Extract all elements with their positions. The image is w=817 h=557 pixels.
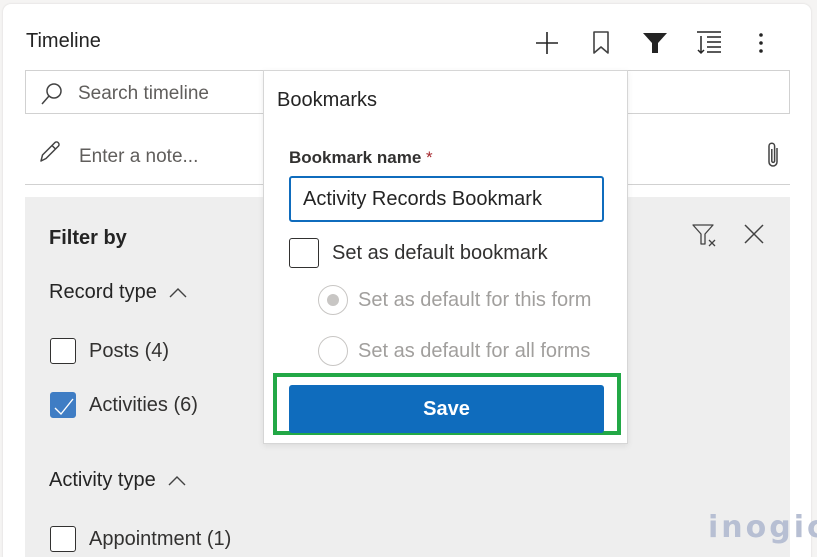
filter-option-activities[interactable]: Activities (6) [50, 392, 198, 418]
inogic-watermark: inogic [708, 510, 817, 545]
radio-this-form-button[interactable] [318, 285, 348, 315]
checkmark-icon [54, 398, 74, 416]
bookmark-name-label: Bookmark name * [289, 148, 433, 168]
filter-title: Filter by [49, 227, 127, 249]
plus-icon [536, 32, 558, 54]
posts-label: Posts (4) [89, 339, 170, 362]
record-type-header[interactable]: Record type [49, 281, 187, 304]
radio-all-forms-label: Set as default for all forms [358, 339, 591, 362]
activity-type-header[interactable]: Activity type [49, 469, 186, 492]
add-record-button[interactable] [532, 28, 562, 58]
bookmarks-title: Bookmarks [277, 89, 378, 111]
radio-all-forms[interactable]: Set as default for all forms [318, 336, 590, 366]
default-bookmark-label: Set as default bookmark [332, 241, 548, 264]
radio-all-forms-button[interactable] [318, 336, 348, 366]
chevron-up-icon [168, 475, 186, 485]
filter-icon [643, 33, 667, 53]
chevron-up-icon [169, 287, 187, 297]
bookmark-name-input[interactable] [289, 176, 604, 222]
more-icon [759, 33, 763, 53]
bookmark-name-label-text: Bookmark name [289, 148, 422, 167]
required-marker: * [426, 148, 433, 167]
timeline-title: Timeline [26, 30, 101, 52]
appointment-checkbox[interactable] [50, 526, 76, 552]
attachment-icon[interactable] [762, 140, 784, 170]
radio-this-form[interactable]: Set as default for this form [318, 285, 591, 315]
default-bookmark-option[interactable]: Set as default bookmark [289, 238, 548, 268]
clear-filter-icon[interactable] [691, 221, 719, 249]
sort-icon [697, 31, 721, 55]
search-icon [41, 83, 62, 105]
bookmark-icon [593, 31, 609, 54]
pencil-icon [40, 141, 60, 162]
filter-option-appointment[interactable]: Appointment (1) [50, 526, 231, 552]
sort-button[interactable] [694, 28, 724, 58]
save-button[interactable]: Save [289, 385, 604, 433]
activity-type-label: Activity type [49, 469, 156, 491]
activities-label: Activities (6) [89, 393, 198, 416]
posts-checkbox[interactable] [50, 338, 76, 364]
activities-checkbox[interactable] [50, 392, 76, 418]
bookmarks-popover: Bookmarks Bookmark name * Set as default… [263, 70, 628, 444]
bookmark-button[interactable] [586, 28, 616, 58]
filter-option-posts[interactable]: Posts (4) [50, 338, 169, 364]
default-bookmark-checkbox[interactable] [289, 238, 319, 268]
more-commands-button[interactable] [746, 28, 776, 58]
close-icon[interactable] [741, 221, 767, 247]
appointment-label: Appointment (1) [89, 527, 232, 550]
radio-this-form-label: Set as default for this form [358, 288, 592, 311]
search-placeholder: Search timeline [78, 83, 209, 104]
filter-button[interactable] [640, 28, 670, 58]
record-type-label: Record type [49, 281, 157, 303]
note-placeholder: Enter a note... [79, 146, 199, 167]
